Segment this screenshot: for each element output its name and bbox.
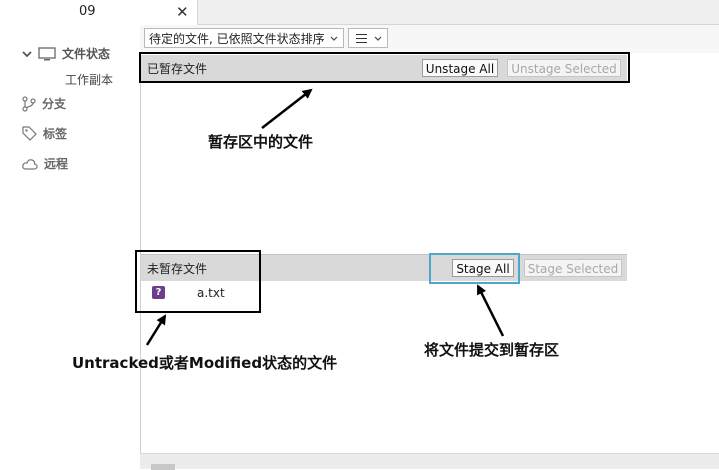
annotation-arrows <box>145 88 505 346</box>
annotation-stage-action: 将文件提交到暂存区 <box>424 341 560 359</box>
arrow-to-untracked-file <box>145 314 167 346</box>
annotation-untracked: Untracked或者Modified状态的文件 <box>72 354 338 372</box>
annotation-staged-area: 暂存区中的文件 <box>208 133 314 151</box>
arrow-to-staged-header <box>261 88 313 129</box>
arrow-to-stage-all <box>476 284 505 337</box>
